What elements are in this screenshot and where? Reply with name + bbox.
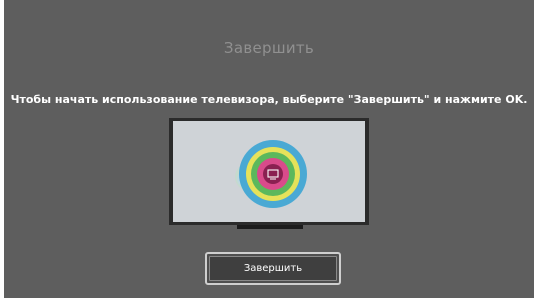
page-title: Завершить	[223, 39, 315, 57]
finish-button-label: Завершить	[209, 256, 337, 281]
finish-button[interactable]: Завершить	[205, 252, 341, 285]
tv-target-icon	[169, 118, 369, 229]
tv-stand	[237, 225, 303, 229]
setup-screen: Завершить Чтобы начать использование тел…	[4, 0, 534, 298]
instruction-text: Чтобы начать использование телевизора, в…	[10, 93, 528, 106]
target-center	[263, 164, 283, 184]
